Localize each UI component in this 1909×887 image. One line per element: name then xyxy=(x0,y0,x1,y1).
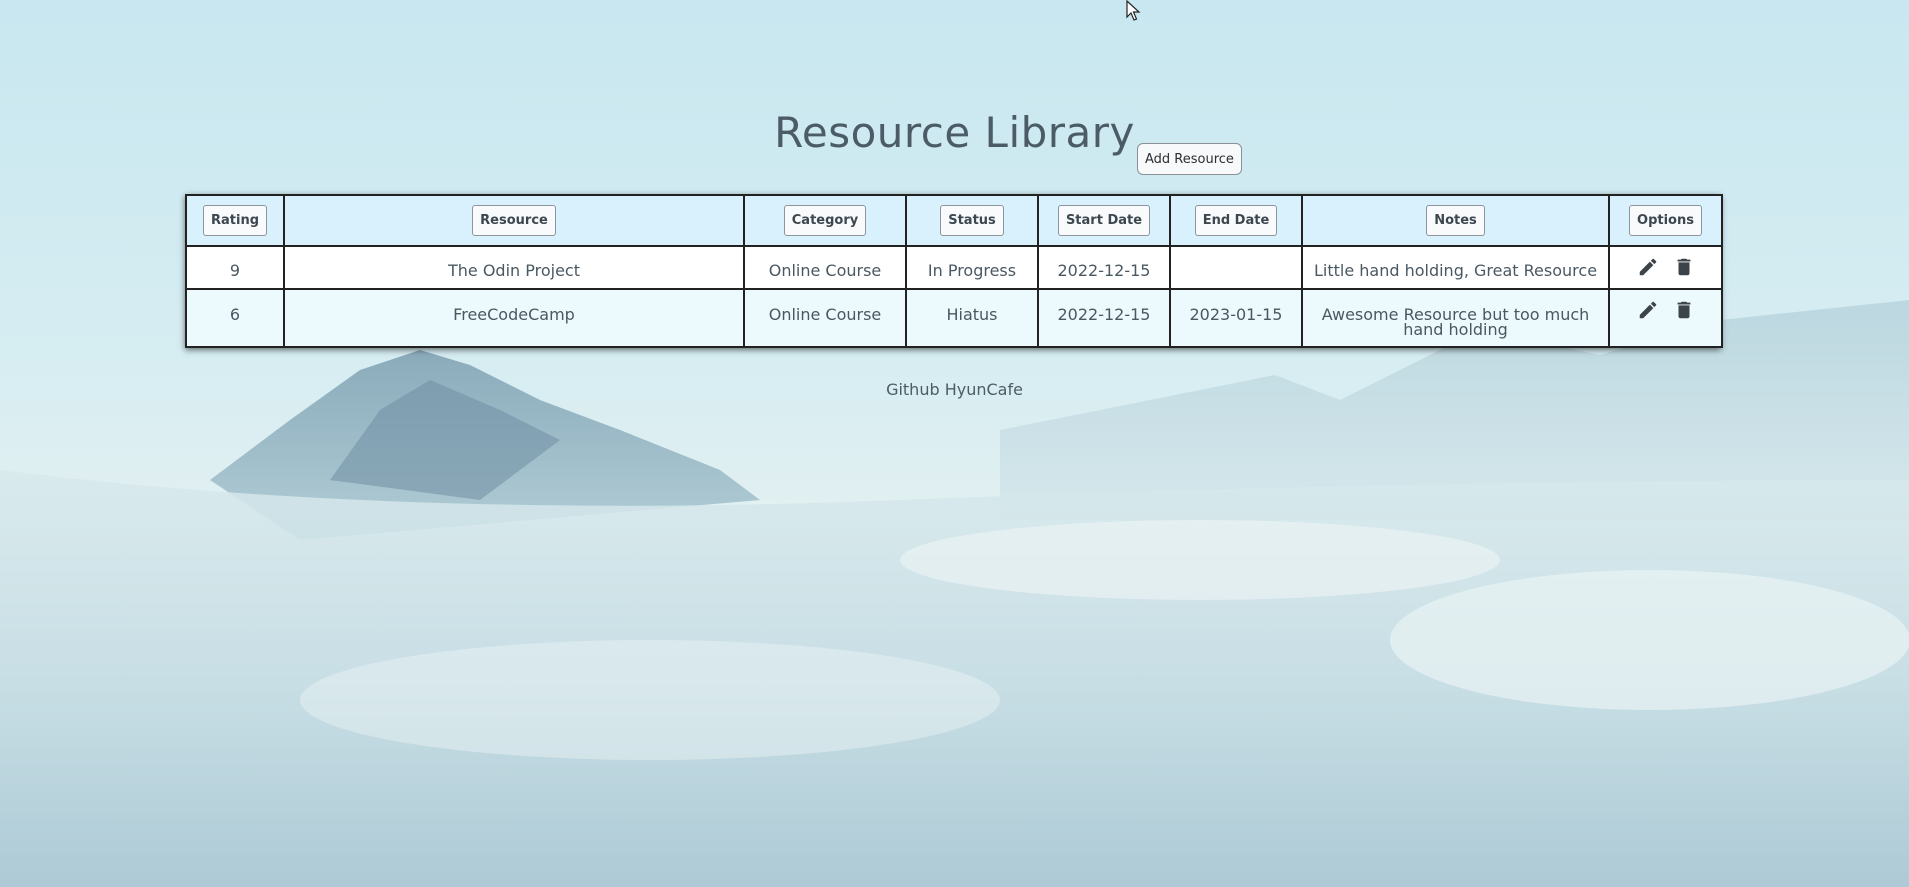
cell-start-date: 2022-12-15 xyxy=(1037,245,1171,290)
sort-end-date-button[interactable]: End Date xyxy=(1194,205,1278,236)
page-title: Resource Library xyxy=(0,108,1909,157)
sort-resource-button[interactable]: Resource xyxy=(472,205,556,236)
cell-options xyxy=(1608,245,1723,290)
table-row: 9 The Odin Project Online Course In Prog… xyxy=(185,245,1723,290)
header-cell-resource: Resource xyxy=(283,194,745,247)
header-cell-notes: Notes xyxy=(1301,194,1610,247)
resource-table-container: Rating Resource Category Status Start Da… xyxy=(185,194,1723,348)
cell-status: In Progress xyxy=(905,245,1039,290)
trash-icon[interactable] xyxy=(1673,256,1695,278)
sort-category-button[interactable]: Category xyxy=(783,205,867,236)
cell-resource: FreeCodeCamp xyxy=(283,288,745,348)
sort-start-date-button[interactable]: Start Date xyxy=(1057,205,1151,236)
page-content: Resource Library Add Resource Rating Res… xyxy=(0,0,1909,887)
pencil-icon[interactable] xyxy=(1637,256,1659,278)
footer: Github HyunCafe xyxy=(0,380,1909,399)
cell-end-date xyxy=(1169,245,1303,290)
header-cell-options: Options xyxy=(1608,194,1723,247)
header-cell-status: Status xyxy=(905,194,1039,247)
cell-rating: 6 xyxy=(185,288,285,348)
cell-notes: Little hand holding, Great Resource xyxy=(1301,245,1610,290)
cell-category: Online Course xyxy=(743,288,907,348)
cell-status: Hiatus xyxy=(905,288,1039,348)
sort-status-button[interactable]: Status xyxy=(940,205,1004,236)
header-cell-start-date: Start Date xyxy=(1037,194,1171,247)
page-title-text: Resource Library xyxy=(774,108,1135,157)
mouse-cursor-icon xyxy=(1126,0,1141,21)
sort-notes-button[interactable]: Notes xyxy=(1426,205,1485,236)
resource-table: Rating Resource Category Status Start Da… xyxy=(185,194,1723,348)
header-cell-rating: Rating xyxy=(185,194,285,247)
cell-end-date: 2023-01-15 xyxy=(1169,288,1303,348)
trash-icon[interactable] xyxy=(1673,299,1695,321)
header-cell-end-date: End Date xyxy=(1169,194,1303,247)
sort-rating-button[interactable]: Rating xyxy=(202,205,267,236)
table-row: 6 FreeCodeCamp Online Course Hiatus 2022… xyxy=(185,288,1723,348)
header-cell-category: Category xyxy=(743,194,907,247)
github-link[interactable]: Github HyunCafe xyxy=(886,380,1023,399)
cell-start-date: 2022-12-15 xyxy=(1037,288,1171,348)
cell-notes: Awesome Resource but too much hand holdi… xyxy=(1301,288,1610,348)
pencil-icon[interactable] xyxy=(1637,299,1659,321)
cell-rating: 9 xyxy=(185,245,285,290)
cell-resource: The Odin Project xyxy=(283,245,745,290)
table-header-row: Rating Resource Category Status Start Da… xyxy=(185,194,1723,247)
options-header-button[interactable]: Options xyxy=(1629,205,1702,236)
add-resource-button[interactable]: Add Resource xyxy=(1137,143,1242,175)
cell-options xyxy=(1608,288,1723,348)
cell-category: Online Course xyxy=(743,245,907,290)
